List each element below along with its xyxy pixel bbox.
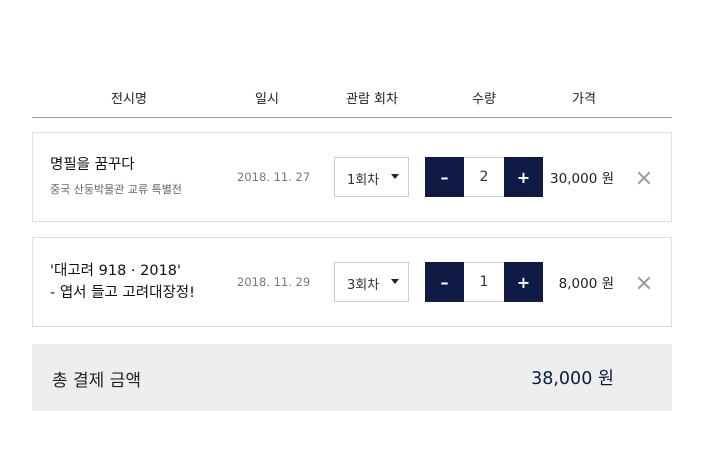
item-title-line2: - 엽서 들고 고려대장정! [50,285,195,301]
table-header: 전시명 일시 관람 회차 수량 가격 [32,78,672,118]
item-price: 30,000 원 [550,171,614,187]
remove-item-close-icon[interactable] [637,171,651,185]
item-title-line1: '대고려 918 · 2018' [50,263,182,279]
remove-item-close-icon[interactable] [637,276,651,290]
cart-table: 전시명 일시 관람 회차 수량 가격 명필을 꿈꾸다 중국 산둥박물관 교류 특… [32,78,672,411]
decrease-button[interactable]: – [425,157,464,197]
round-select-value: 1회차 [347,173,380,188]
header-name: 전시명 [111,92,147,107]
quantity-field[interactable]: 2 [464,157,504,197]
header-round: 관람 회차 [346,92,398,107]
cart-item: '대고려 918 · 2018' - 엽서 들고 고려대장정! 2018. 11… [32,237,672,327]
round-select-value: 3회차 [347,278,380,293]
header-date: 일시 [255,92,279,107]
total-label: 총 결제 금액 [52,371,142,391]
total-summary: 총 결제 금액 38,000 원 [32,344,672,411]
item-subtitle: 중국 산둥박물관 교류 특별전 [50,183,182,196]
decrease-button[interactable]: – [425,262,464,302]
quantity-stepper: – 1 + [425,262,543,302]
item-date: 2018. 11. 29 [237,275,311,289]
header-price: 가격 [572,92,596,107]
increase-button[interactable]: + [504,262,543,302]
round-select[interactable]: 3회차 [334,262,409,302]
increase-button[interactable]: + [504,157,543,197]
quantity-field[interactable]: 1 [464,262,504,302]
quantity-stepper: – 2 + [425,157,543,197]
caret-down-icon [391,174,399,179]
item-price: 8,000 원 [558,276,614,292]
item-date: 2018. 11. 27 [237,170,311,184]
cart-item: 명필을 꿈꾸다 중국 산둥박물관 교류 특별전 2018. 11. 27 1회차… [32,132,672,222]
item-title: '대고려 918 · 2018' - 엽서 들고 고려대장정! [50,260,195,304]
header-quantity: 수량 [472,92,496,107]
round-select[interactable]: 1회차 [334,157,409,197]
caret-down-icon [391,279,399,284]
item-title: 명필을 꿈꾸다 [50,157,135,173]
total-amount: 38,000 원 [531,369,614,389]
